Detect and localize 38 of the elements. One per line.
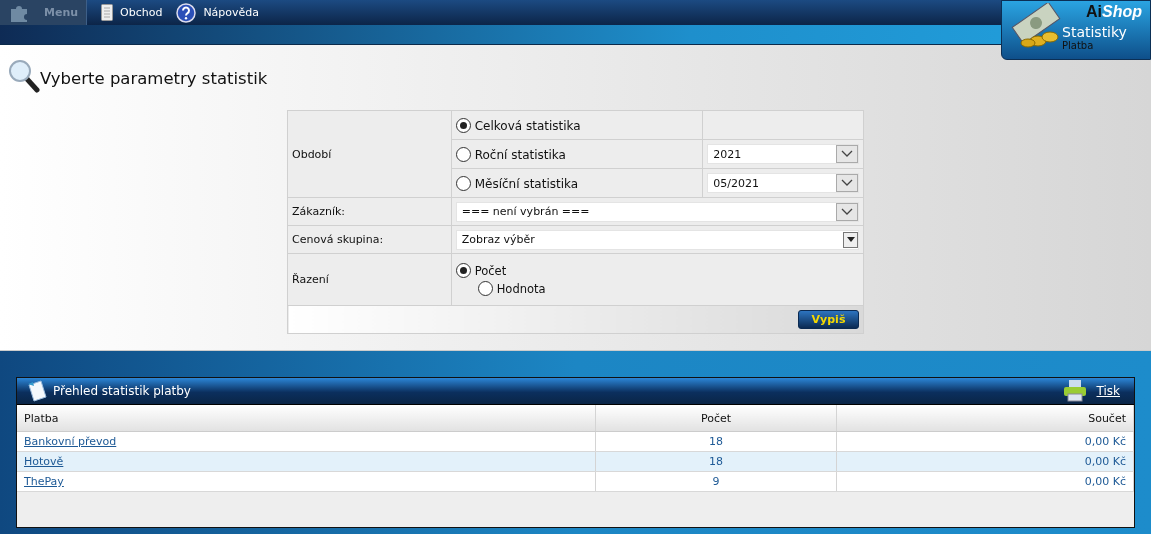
table-cell: 9 bbox=[595, 471, 837, 492]
magnifier-icon bbox=[8, 59, 40, 93]
chevron-down-icon bbox=[841, 179, 853, 187]
period-label: Období bbox=[287, 110, 452, 198]
column-header: Počet bbox=[595, 405, 837, 432]
document-icon bbox=[25, 379, 49, 403]
table-cell: 18 bbox=[595, 431, 837, 452]
period-dropdown[interactable]: 05/2021 bbox=[707, 173, 859, 193]
nav-link[interactable]: Obchod bbox=[101, 4, 163, 21]
submit-button[interactable]: Vypiš bbox=[798, 310, 859, 329]
sort-radio[interactable]: Počet bbox=[455, 263, 859, 278]
help-icon bbox=[176, 2, 197, 23]
column-header: Platba bbox=[17, 405, 596, 432]
customer-dropdown[interactable]: === není vybrán === bbox=[455, 201, 859, 222]
price-group-label: Cenová skupina: bbox=[287, 225, 452, 254]
module-title: Statistiky bbox=[1062, 24, 1128, 40]
column-header: Součet bbox=[836, 405, 1134, 432]
chevron-down-icon bbox=[841, 150, 853, 158]
sort-label: Řazení bbox=[287, 253, 452, 306]
nav-link[interactable]: Nápověda bbox=[176, 2, 260, 23]
print-link[interactable]: Tisk bbox=[1096, 384, 1120, 398]
table-cell: 0,00 Kč bbox=[836, 431, 1134, 452]
payment-link[interactable]: Bankovní převod bbox=[24, 435, 117, 448]
period-dropdown[interactable]: 2021 bbox=[707, 144, 859, 164]
sort-radio[interactable]: Hodnota bbox=[477, 281, 859, 296]
printer-icon bbox=[1062, 380, 1087, 402]
page-heading: Vyberte parametry statistik bbox=[40, 68, 268, 88]
caret-down-icon bbox=[846, 237, 855, 242]
brand-name: AiShop bbox=[1086, 3, 1142, 21]
table-cell: 0,00 Kč bbox=[836, 471, 1134, 492]
chevron-down-icon bbox=[841, 207, 853, 216]
payment-link[interactable]: Hotově bbox=[24, 455, 64, 468]
document-icon bbox=[101, 4, 113, 21]
customer-label: Zákazník: bbox=[287, 197, 452, 226]
panel-title: Přehled statistik platby bbox=[53, 384, 191, 398]
price-group-dropdown[interactable]: Zobraz výběr bbox=[455, 229, 859, 250]
payment-link[interactable]: ThePay bbox=[24, 475, 64, 488]
module-subtitle: Platba bbox=[1062, 40, 1095, 51]
